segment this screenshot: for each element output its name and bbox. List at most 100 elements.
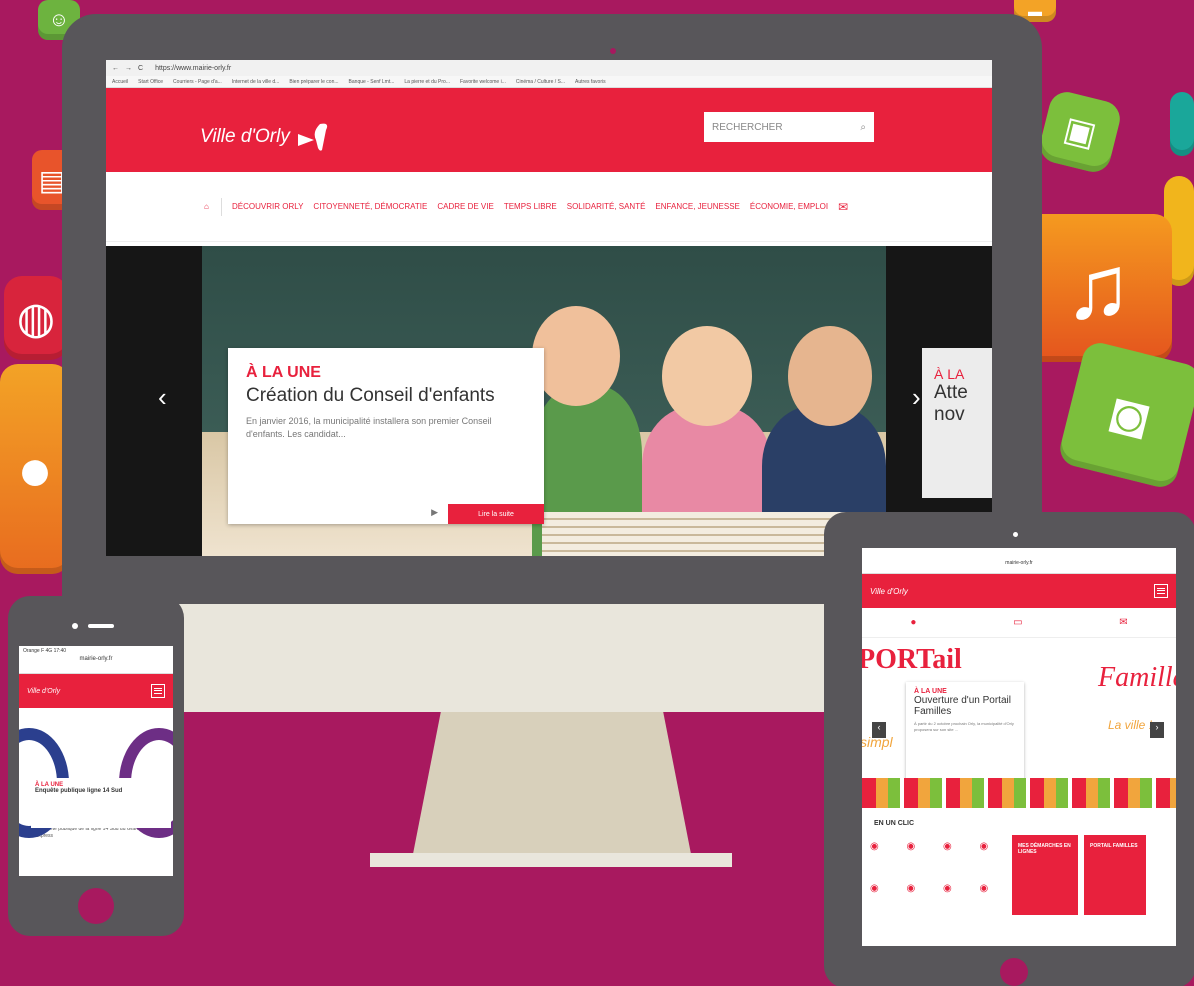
tablet-site-header: Ville d'Orly bbox=[862, 574, 1176, 608]
headline-text: En janvier 2016, la municipalité install… bbox=[246, 415, 492, 439]
orange-music-icon: ● bbox=[0, 364, 70, 574]
next-headline-title[interactable]: Atte nov bbox=[934, 382, 980, 426]
orange-music-note-icon: ♫ bbox=[1024, 214, 1172, 362]
forward-icon[interactable]: → bbox=[125, 65, 132, 72]
phone-device: Orange F 4G 17:40 mairie-orly.fr Ville d… bbox=[8, 596, 184, 936]
quick-link-icon[interactable]: ◉ bbox=[870, 883, 897, 915]
nav-item[interactable]: TEMPS LIBRE bbox=[504, 202, 557, 211]
play-icon[interactable]: ▶ bbox=[431, 507, 438, 518]
section-title: EN UN CLIC bbox=[874, 820, 915, 827]
tablet-camera bbox=[1013, 532, 1018, 537]
search-icon[interactable]: ⌕ bbox=[860, 122, 866, 133]
mouse-icon[interactable]: ● bbox=[910, 617, 916, 628]
banner-right: Familles bbox=[1098, 662, 1176, 693]
green-camera-icon: ◙ bbox=[1056, 339, 1194, 491]
quick-link-icon[interactable]: ◉ bbox=[907, 883, 934, 915]
hero-carousel: ‹ › À LA UNE Création du Conseil d'enfan… bbox=[106, 246, 992, 556]
nav-item[interactable]: DÉCOUVRIR ORLY bbox=[232, 202, 303, 211]
headline-card: À LA UNE Création du Conseil d'enfants E… bbox=[228, 348, 544, 524]
quick-link-icon[interactable]: ◉ bbox=[943, 883, 970, 915]
phone-camera bbox=[72, 623, 78, 629]
nav-item[interactable]: CADRE DE VIE bbox=[437, 202, 493, 211]
nav-item[interactable]: ÉCONOMIE, EMPLOI bbox=[750, 202, 828, 211]
next-headline-kicker: À LA bbox=[934, 366, 965, 382]
tile-portail[interactable]: PORTAIL FAMILLES bbox=[1084, 835, 1146, 915]
carousel-prev-icon[interactable]: ‹ bbox=[158, 382, 167, 413]
phone-headline-card: À LA UNE Enquête publique ligne 14 Sud bbox=[31, 778, 171, 828]
tablet-address-bar[interactable]: mairie-orly.fr bbox=[862, 548, 1176, 574]
tablet-kicker: À LA UNE bbox=[914, 688, 947, 695]
tablet-headline-text: À partir du 2 octobre prochain Orly, la … bbox=[914, 721, 1014, 732]
phone-hero: À LA UNE Enquête publique ligne 14 Sud bbox=[19, 708, 173, 838]
main-nav: ⌂ DÉCOUVRIR ORLY CITOYENNETÉ, DÉMOCRATIE… bbox=[106, 172, 992, 242]
screen-icon[interactable]: ▭ bbox=[1013, 617, 1022, 628]
mail-icon[interactable]: ✉ bbox=[838, 200, 848, 214]
red-globe-icon: ◍ bbox=[4, 276, 68, 360]
phone-address-bar[interactable]: mairie-orly.fr bbox=[19, 656, 173, 674]
phone-headline[interactable]: Enquête publique ligne 14 Sud bbox=[35, 788, 167, 794]
nav-item[interactable]: SOLIDARITÉ, SANTÉ bbox=[567, 202, 646, 211]
banner-left: PORTail bbox=[862, 644, 962, 675]
quick-link-icon[interactable]: ◉ bbox=[870, 841, 897, 873]
quick-links: ◉ ◉ ◉ ◉ ◉ ◉ ◉ ◉ MES DÉMARCHES EN LIGNES PORTAI… bbox=[862, 835, 1176, 915]
monitor-stand bbox=[413, 712, 691, 854]
bookmark[interactable]: Cinéma / Culture / S... bbox=[516, 79, 565, 85]
quick-link-icon[interactable]: ◉ bbox=[943, 841, 970, 873]
phone-screen: Orange F 4G 17:40 mairie-orly.fr Ville d… bbox=[19, 646, 173, 876]
phone-logo[interactable]: Ville d'Orly bbox=[27, 688, 60, 695]
tablet-device: mairie-orly.fr Ville d'Orly ● ▭ ✉ PORTai… bbox=[824, 512, 1194, 986]
bookmarks-bar: Accueil Start Office Courriers - Page d'… bbox=[106, 76, 992, 88]
tablet-home-button bbox=[1000, 958, 1028, 986]
bookmark[interactable]: Courriers - Page d'a... bbox=[173, 79, 222, 85]
tablet-next-icon[interactable]: › bbox=[1150, 722, 1164, 738]
menu-icon[interactable] bbox=[1154, 584, 1168, 598]
back-icon[interactable]: ← bbox=[112, 65, 119, 72]
tablet-screen: mairie-orly.fr Ville d'Orly ● ▭ ✉ PORTai… bbox=[862, 548, 1176, 946]
search-input[interactable]: RECHERCHER ⌕ bbox=[704, 112, 874, 142]
address-bar[interactable]: https://www.mairie-orly.fr bbox=[155, 65, 231, 72]
monitor-stand-base bbox=[370, 853, 732, 867]
tile-portail-label: PORTAIL FAMILLES bbox=[1090, 843, 1138, 849]
monitor-camera bbox=[610, 48, 616, 54]
quick-link-icon[interactable]: ◉ bbox=[907, 841, 934, 873]
tablet-icon-row: ● ▭ ✉ bbox=[862, 608, 1176, 638]
mail-icon[interactable]: ✉ bbox=[1119, 617, 1127, 628]
tile-demarches[interactable]: MES DÉMARCHES EN LIGNES bbox=[1012, 835, 1078, 915]
green-briefcase-icon: ▣ bbox=[1036, 88, 1124, 176]
bookmark[interactable]: Bien préparer le con... bbox=[289, 79, 338, 85]
bookmark[interactable]: Start Office bbox=[138, 79, 163, 85]
phone-status-bar: Orange F 4G 17:40 bbox=[23, 648, 67, 654]
bookmark[interactable]: Favorite welcome i... bbox=[460, 79, 506, 85]
read-more-button[interactable]: Lire la suite bbox=[448, 504, 544, 524]
banner-sub: La ville ! bbox=[1108, 718, 1153, 732]
phone-speaker bbox=[88, 624, 114, 628]
carousel-next-icon[interactable]: › bbox=[912, 382, 921, 413]
nav-item[interactable]: ENFANCE, JEUNESSE bbox=[655, 202, 739, 211]
tablet-logo[interactable]: Ville d'Orly bbox=[870, 587, 908, 596]
menu-icon[interactable] bbox=[151, 684, 165, 698]
quick-link-icon[interactable]: ◉ bbox=[980, 883, 1007, 915]
bookmark[interactable]: Accueil bbox=[112, 79, 128, 85]
next-headline-card: À LA Atte nov bbox=[922, 348, 992, 498]
bookmark[interactable]: La pierre et du Pro... bbox=[404, 79, 450, 85]
tile-demarches-label: MES DÉMARCHES EN LIGNES bbox=[1018, 843, 1071, 855]
logo-mark-icon bbox=[297, 123, 328, 151]
site-header: Ville d'Orly RECHERCHER ⌕ bbox=[106, 88, 992, 172]
bookmark[interactable]: Autres favoris bbox=[575, 79, 606, 85]
site-logo[interactable]: Ville d'Orly bbox=[200, 122, 334, 152]
phone-site-header: Ville d'Orly bbox=[19, 674, 173, 708]
home-icon[interactable]: ⌂ bbox=[204, 197, 222, 216]
reload-icon[interactable]: C bbox=[138, 65, 143, 72]
bookmark[interactable]: Banque - Senf Lmt... bbox=[349, 79, 395, 85]
tablet-prev-icon[interactable]: ‹ bbox=[872, 722, 886, 738]
kid-face bbox=[532, 306, 620, 406]
tablet-headline[interactable]: Ouverture d'un Portail Familles bbox=[914, 695, 1016, 717]
phone-home-button bbox=[78, 888, 114, 924]
nav-item[interactable]: CITOYENNETÉ, DÉMOCRATIE bbox=[313, 202, 427, 211]
bookmark[interactable]: Internet de la ville d... bbox=[232, 79, 280, 85]
logo-text: Ville d'Orly bbox=[200, 126, 290, 147]
headline-kicker: À LA UNE bbox=[246, 364, 321, 381]
quick-link-icon[interactable]: ◉ bbox=[980, 841, 1007, 873]
headline-title[interactable]: Création du Conseil d'enfants bbox=[246, 385, 526, 407]
tablet-hero: PORTail simpl Familles La ville ! ‹ › À … bbox=[862, 638, 1176, 808]
